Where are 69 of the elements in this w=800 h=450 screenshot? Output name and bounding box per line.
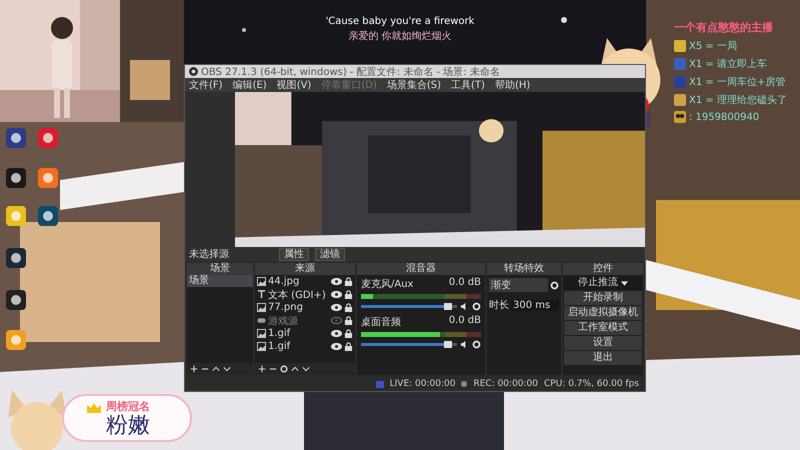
control-button[interactable]: 工作室模式 — [564, 321, 642, 335]
menu-item[interactable]: 帮助(H) — [494, 78, 530, 92]
lock-icon[interactable] — [344, 277, 353, 286]
dock-header: 来源 — [255, 263, 355, 275]
live-timer: LIVE: 00:00:00 — [390, 379, 456, 389]
channel-name: 桌面音频 — [361, 316, 401, 329]
channel-name: 麦克风/Aux — [361, 278, 414, 291]
channel-reading: 0.0 dB — [448, 277, 481, 290]
control-button[interactable]: 退出 — [564, 351, 642, 365]
eye-icon[interactable] — [331, 290, 342, 299]
settings-icon[interactable] — [550, 280, 559, 290]
up-icon[interactable] — [291, 365, 299, 373]
up-icon[interactable] — [212, 365, 220, 373]
transition-dropdown[interactable]: 渐变 — [489, 278, 548, 292]
eye-icon[interactable] — [331, 277, 342, 286]
settings-icon[interactable] — [472, 302, 481, 311]
image-icon — [257, 342, 266, 351]
source-name[interactable]: 文本 (GDI+) — [268, 288, 329, 302]
source-name[interactable]: 1.gif — [268, 341, 329, 352]
lock-icon[interactable] — [344, 290, 353, 299]
down-icon[interactable] — [302, 365, 310, 373]
stream-dropdown-button[interactable]: 停止推流 — [564, 276, 642, 290]
volume-slider[interactable] — [361, 343, 457, 346]
source-name[interactable]: 44.jpg — [268, 276, 329, 287]
menu-item[interactable]: 文件(F) — [189, 78, 223, 92]
control-button[interactable]: 开始录制 — [564, 291, 642, 305]
lock-icon[interactable] — [344, 342, 353, 351]
source-name[interactable]: 77.png — [268, 302, 329, 313]
cpu-status: CPU: 0.7%, 60.00 fps — [544, 379, 639, 389]
eye-icon[interactable] — [331, 303, 342, 312]
control-button[interactable]: 启动虚拟摄像机 — [564, 306, 642, 320]
eye-icon[interactable] — [331, 342, 342, 351]
live-indicator-icon — [376, 380, 384, 388]
image-icon — [257, 277, 266, 286]
settings-icon[interactable] — [280, 365, 288, 373]
settings-icon[interactable] — [472, 340, 481, 349]
control-button[interactable]: 设置 — [564, 336, 642, 350]
dock-header: 混音器 — [357, 263, 485, 275]
duration-field[interactable]: 300 ms — [511, 300, 559, 310]
text-tool-icon — [257, 290, 266, 299]
add-icon[interactable] — [190, 365, 198, 373]
no-source-label: 未选择源 — [189, 248, 230, 261]
channel-reading: 0.0 dB — [448, 315, 481, 328]
dock-header: 场景 — [187, 263, 253, 275]
add-icon[interactable] — [258, 365, 266, 373]
source-name[interactable]: 1.gif — [268, 328, 329, 339]
record-indicator-icon — [461, 381, 468, 387]
toolbar-button[interactable]: 滤镜 — [315, 248, 345, 260]
menu-item[interactable]: 工具(T) — [451, 78, 485, 92]
lock-icon[interactable] — [344, 329, 353, 338]
menu-item[interactable]: 编辑(E) — [232, 78, 267, 92]
record-timer: REC: 00:00:00 — [473, 379, 538, 389]
eye-icon[interactable] — [331, 329, 342, 338]
lock-icon[interactable] — [344, 303, 353, 312]
source-name[interactable]: 游戏源 — [268, 314, 329, 328]
menu-item[interactable]: 场景集合(S) — [386, 78, 442, 92]
image-icon — [257, 303, 266, 312]
lock-icon[interactable] — [344, 316, 353, 325]
menu-item[interactable]: 视图(V) — [276, 78, 312, 92]
scene-item[interactable]: 场景 — [187, 275, 253, 287]
window-title: OBS 27.1.3 (64-bit, windows) - 配置文件: 未命名 - 场景: 未命名 — [201, 66, 500, 78]
duration-label: 时长 — [489, 298, 509, 312]
dock-header: 控件 — [563, 263, 643, 275]
toolbar-button[interactable]: 属性 — [279, 248, 309, 260]
down-icon[interactable] — [223, 365, 231, 373]
image-icon — [257, 329, 266, 338]
volume-slider[interactable] — [361, 305, 457, 308]
dock-header: 转场特效 — [487, 263, 561, 275]
caret-icon — [621, 280, 628, 286]
